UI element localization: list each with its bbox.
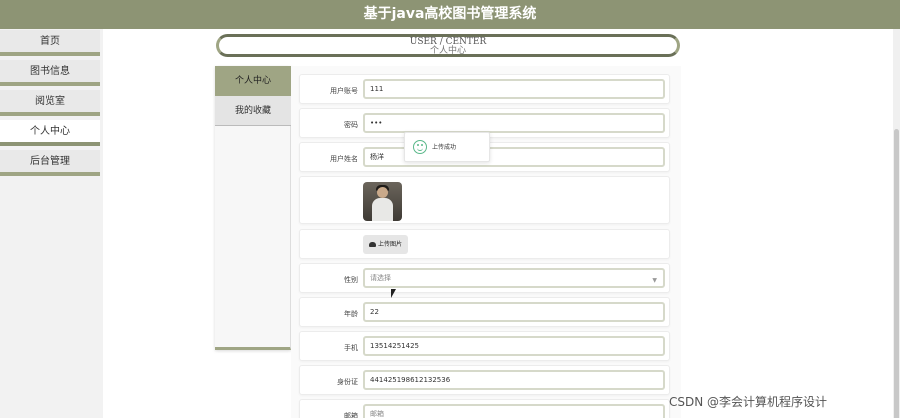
form-row-upload: 上传图片 (299, 229, 670, 259)
toast-message: 上传成功 (432, 144, 457, 151)
password-field[interactable]: ••• (363, 113, 665, 133)
account-label: 用户账号 (330, 87, 358, 95)
form-row-avatar (299, 176, 670, 224)
upload-success-toast: 上传成功 (404, 132, 490, 162)
gender-label: 性别 (344, 276, 358, 284)
age-field[interactable]: 22 (363, 302, 665, 322)
page-scrollbar[interactable] (893, 29, 900, 418)
upload-image-button[interactable]: 上传图片 (363, 235, 408, 254)
scrollbar-thumb[interactable] (894, 129, 899, 418)
age-label: 年龄 (344, 310, 358, 318)
avatar-image (363, 182, 402, 221)
smile-icon (413, 140, 427, 154)
mouse-cursor (391, 289, 396, 298)
idcard-field[interactable]: 441425198612132536 (363, 370, 665, 390)
form-row-gender: 性别 请选择 ▼ (299, 263, 670, 293)
form-row-idcard: 身份证 441425198612132536 (299, 365, 670, 395)
profile-form: 用户账号 111 密码 ••• 用户姓名 杨洋 上传图片 性别 请选择 ▼ 年龄… (291, 66, 681, 418)
app-header: 基于java高校图书管理系统 (0, 0, 900, 29)
tab-my-favorites[interactable]: 我的收藏 (215, 96, 291, 126)
watermark: CSDN @李会计算机程序设计 (669, 395, 828, 409)
email-label: 邮箱 (344, 412, 358, 418)
name-label: 用户姓名 (330, 155, 358, 163)
phone-field[interactable]: 13514251425 (363, 336, 665, 356)
tab-user-center[interactable]: 个人中心 (215, 66, 291, 96)
sidebar-item-reading-room[interactable]: 阅览室 (0, 90, 100, 116)
sidebar: 首页 图书信息 阅览室 个人中心 后台管理 (0, 29, 103, 418)
upload-button-label: 上传图片 (377, 241, 402, 248)
sidebar-item-admin[interactable]: 后台管理 (0, 150, 100, 176)
account-field[interactable]: 111 (363, 79, 665, 99)
gender-select[interactable]: 请选择 ▼ (363, 268, 665, 288)
page-title-banner: USER / CENTER 个人中心 (216, 34, 680, 57)
email-field[interactable]: 邮箱 (363, 404, 665, 418)
cloud-upload-icon (368, 242, 376, 247)
password-label: 密码 (344, 121, 358, 129)
form-row-age: 年龄 22 (299, 297, 670, 327)
form-row-account: 用户账号 111 (299, 74, 670, 104)
form-row-email: 邮箱 邮箱 (299, 399, 670, 418)
phone-label: 手机 (344, 344, 358, 352)
sidebar-item-user-center[interactable]: 个人中心 (0, 120, 100, 146)
tab-panel: 个人中心 我的收藏 (215, 66, 291, 350)
idcard-label: 身份证 (337, 378, 358, 386)
form-row-phone: 手机 13514251425 (299, 331, 670, 361)
app-title: 基于java高校图书管理系统 (363, 6, 537, 22)
gender-placeholder: 请选择 (370, 274, 391, 282)
chevron-down-icon: ▼ (652, 277, 657, 284)
sidebar-item-home[interactable]: 首页 (0, 30, 100, 56)
page-title-cn: 个人中心 (429, 46, 466, 56)
sidebar-item-book-info[interactable]: 图书信息 (0, 60, 100, 86)
